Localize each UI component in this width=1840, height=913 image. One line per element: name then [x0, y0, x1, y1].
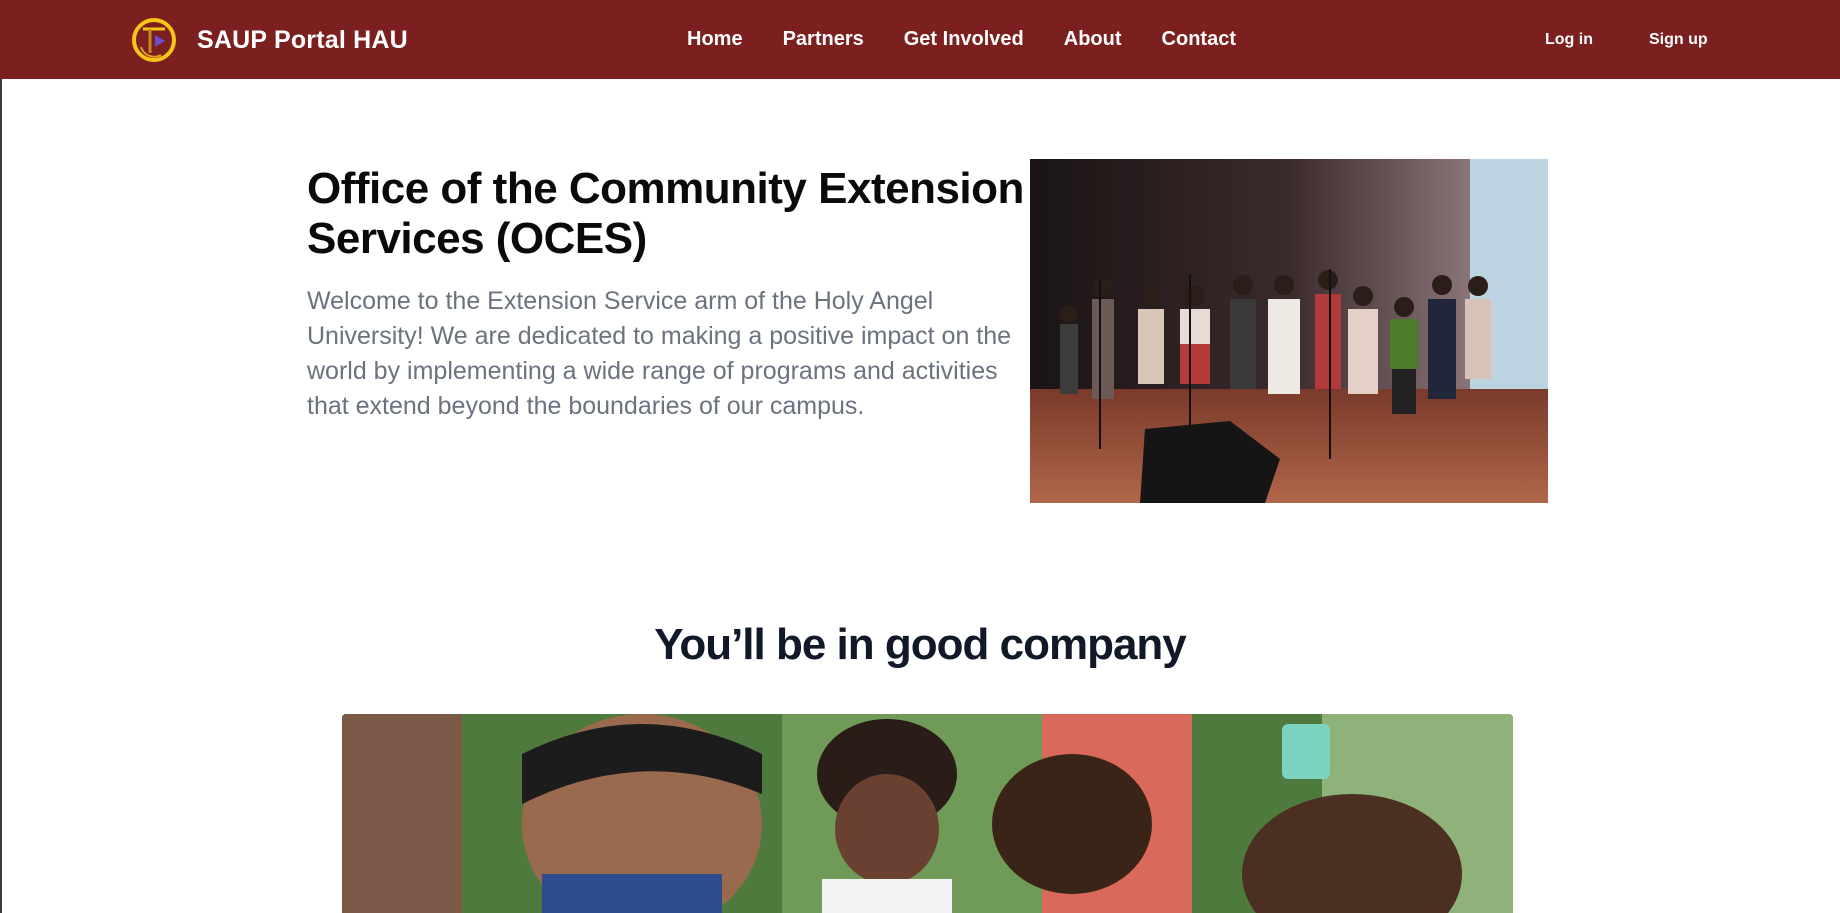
community-outreach-photo — [342, 714, 1513, 913]
nav-partners[interactable]: Partners — [783, 28, 864, 51]
community-outreach-illustration — [342, 714, 1513, 913]
main-nav: Home Partners Get Involved About Contact — [687, 0, 1276, 79]
nav-home[interactable]: Home — [687, 28, 743, 51]
nav-contact[interactable]: Contact — [1162, 28, 1236, 51]
university-seal-icon — [132, 18, 176, 62]
section-title: You’ll be in good company — [654, 620, 1187, 669]
children-choir-photo — [1030, 159, 1548, 503]
window-frame-edge — [0, 0, 2, 913]
nav-about[interactable]: About — [1064, 28, 1122, 51]
brand[interactable]: SAUP Portal HAU — [131, 17, 408, 63]
hero-title: Office of the Community Extension Servic… — [307, 164, 1024, 263]
nav-get-involved[interactable]: Get Involved — [904, 28, 1024, 51]
login-link[interactable]: Log in — [1545, 31, 1593, 49]
brand-name: SAUP Portal HAU — [197, 25, 408, 54]
top-navigation-bar: SAUP Portal HAU Home Partners Get Involv… — [0, 0, 1840, 79]
login-container: Log in — [1545, 0, 1593, 79]
children-choir-illustration — [1030, 159, 1548, 503]
signup-link[interactable]: Sign up — [1649, 31, 1708, 49]
hero-description: Welcome to the Extension Service arm of … — [307, 287, 1012, 420]
signup-container: Sign up — [1649, 0, 1708, 79]
